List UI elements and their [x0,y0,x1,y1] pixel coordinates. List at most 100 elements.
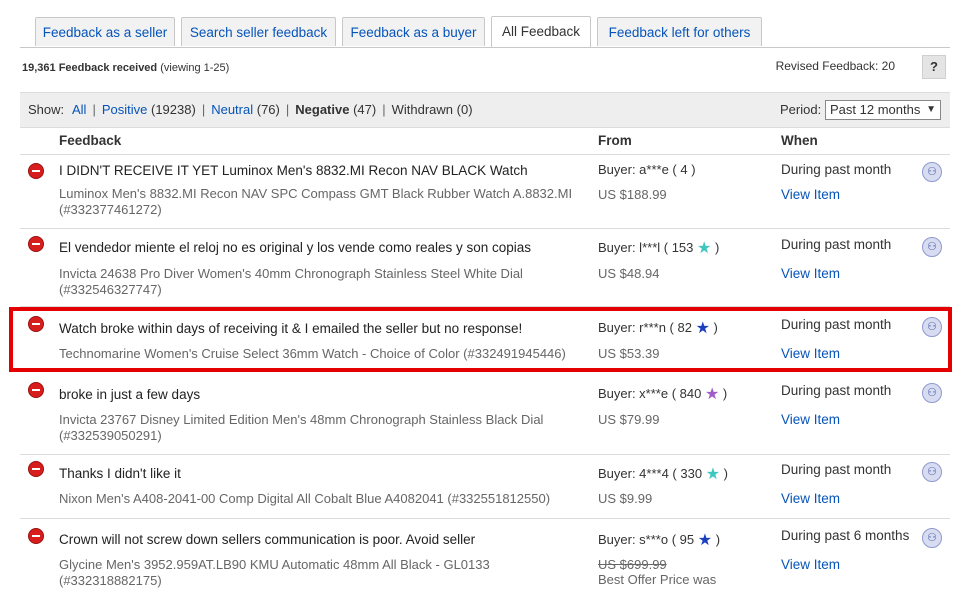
follow-up-icon[interactable]: ⚇ [922,317,942,337]
filter-bar: Show: All | Positive (19238) | Neutral (76) |… [20,92,950,128]
buyer-id[interactable]: Buyer: s***o ( 95 ★ ) [598,532,721,549]
buyer-text-end: ) [720,466,728,481]
separator: | [92,102,96,117]
feedback-comment: I DIDN'T RECEIVE IT YET Luminox Men's 88… [59,163,528,178]
filter-links: All | Positive (19238) | Neutral (76) | Negati… [72,93,473,127]
item-price: US $188.99 [598,187,667,202]
view-item-link[interactable]: View Item [781,346,840,361]
item-price: US $53.39 [598,346,660,361]
show-label: Show: [28,102,65,117]
star-icon: ★ [704,386,720,403]
view-item-link[interactable]: View Item [781,491,840,506]
feedback-when: During past month [781,383,892,398]
buyer-id[interactable]: Buyer: r***n ( 82 ★ ) [598,320,718,337]
column-header-from: From [598,133,632,148]
buyer-id[interactable]: Buyer: x***e ( 840 ★ ) [598,386,728,403]
feedback-tabs: Feedback as a seller Search seller feedb… [20,16,950,48]
buyer-id[interactable]: Buyer: a***e ( 4 ) [598,162,696,177]
feedback-summary: 19,361 Feedback received (viewing 1-25) [22,62,229,74]
buyer-text-end: ) [711,240,720,255]
follow-up-icon[interactable]: ⚇ [922,528,942,548]
column-header-when: When [781,133,818,148]
negative-feedback-icon [28,163,44,179]
feedback-comment: Crown will not screw down sellers commun… [59,532,476,547]
view-item-link[interactable]: View Item [781,557,840,572]
buyer-text: Buyer: 4***4 ( 330 [598,466,703,481]
tab-all-feedback[interactable]: All Feedback [491,16,591,47]
period-select[interactable]: Past 12 months ▼ [825,100,941,120]
buyer-text: Buyer: x***e ( 840 [598,386,702,401]
separator: | [201,102,206,117]
follow-up-icon[interactable]: ⚇ [922,462,942,482]
buyer-text-end: ) [712,532,721,547]
help-button[interactable]: ? [922,55,946,79]
item-title: Invicta 24638 Pro Diver Women's 40mm Chr… [59,266,523,297]
view-item-link[interactable]: View Item [781,412,840,427]
period-value: Past 12 months [830,102,921,117]
item-title: Luminox Men's 8832.MI Recon NAV SPC Comp… [59,186,573,217]
item-price: US $9.99 [598,491,653,506]
item-price: US $699.99 [598,557,667,572]
item-title: Invicta 23767 Disney Limited Edition Men… [59,412,544,443]
filter-positive-link[interactable]: Positive [102,102,148,117]
star-icon: ★ [697,532,713,549]
filter-all-link[interactable]: All [72,102,86,117]
negative-feedback-icon [28,316,44,332]
feedback-when: During past 6 months [781,528,910,543]
tab-feedback-as-seller[interactable]: Feedback as a seller [35,17,175,46]
feedback-comment: Thanks I didn't like it [59,466,181,481]
buyer-text-end: ) [709,320,718,335]
item-title: Nixon Men's A408-2041-00 Comp Digital Al… [59,491,551,506]
buyer-text: Buyer: s***o ( 95 [598,532,695,547]
feedback-when: During past month [781,237,892,252]
feedback-comment: Watch broke within days of receiving it … [59,321,523,336]
negative-count: (47) [353,102,377,117]
feedback-row: Crown will not screw down sellers commun… [20,518,950,592]
dropdown-arrow-icon: ▼ [926,104,936,115]
tab-feedback-left-for-others[interactable]: Feedback left for others [597,17,762,46]
feedback-row: Thanks I didn't like it Nixon Men's A408… [20,454,950,518]
tab-search-seller-feedback[interactable]: Search seller feedback [181,17,336,46]
feedback-row: broke in just a few days Invicta 23767 D… [20,374,950,452]
item-price: US $48.94 [598,266,660,281]
star-icon: ★ [695,320,710,337]
view-item-link[interactable]: View Item [781,187,840,202]
buyer-text: Buyer: r***n ( 82 [598,320,692,335]
feedback-when: During past month [781,462,892,477]
buyer-text-end: ) [719,386,728,401]
revised-feedback-label: Revised Feedback: 20 [775,59,895,73]
follow-up-icon[interactable]: ⚇ [922,237,942,257]
buyer-id[interactable]: Buyer: l***l ( 153 ★ ) [598,240,720,257]
star-icon: ★ [705,466,721,483]
feedback-comment: broke in just a few days [59,387,201,402]
negative-feedback-icon [28,236,44,252]
separator: | [285,102,290,117]
follow-up-icon[interactable]: ⚇ [922,383,942,403]
best-offer-note: Best Offer Price was [598,572,717,587]
buyer-text: Buyer: a***e ( 4 ) [598,162,696,177]
feedback-row: Watch broke within days of receiving it … [20,306,950,372]
item-price: US $79.99 [598,412,660,427]
view-item-link[interactable]: View Item [781,266,840,281]
feedback-comment: El vendedor miente el reloj no es origin… [59,240,532,255]
viewing-range: (viewing 1-25) [160,62,230,74]
positive-count: (19238) [151,102,196,117]
follow-up-icon[interactable]: ⚇ [922,162,942,182]
negative-feedback-icon [28,382,44,398]
star-icon: ★ [697,240,712,257]
column-header-feedback: Feedback [59,133,122,148]
filter-negative-selected: Negative [295,102,350,117]
item-title: Glycine Men's 3952.959AT.LB90 KMU Automa… [59,557,490,588]
buyer-text: Buyer: l***l ( 153 [598,240,694,255]
feedback-when: During past month [781,317,892,332]
filter-neutral-link[interactable]: Neutral [211,102,253,117]
negative-feedback-icon [28,461,44,477]
item-title: Technomarine Women's Cruise Select 36mm … [59,346,566,361]
tab-feedback-as-buyer[interactable]: Feedback as a buyer [342,17,485,46]
filter-withdrawn: Withdrawn (0) [391,102,473,117]
neutral-count: (76) [256,102,280,117]
buyer-id[interactable]: Buyer: 4***4 ( 330 ★ ) [598,466,728,483]
feedback-row: I DIDN'T RECEIVE IT YET Luminox Men's 88… [20,154,950,226]
feedback-when: During past month [781,162,892,177]
feedback-row: El vendedor miente el reloj no es origin… [20,228,950,302]
